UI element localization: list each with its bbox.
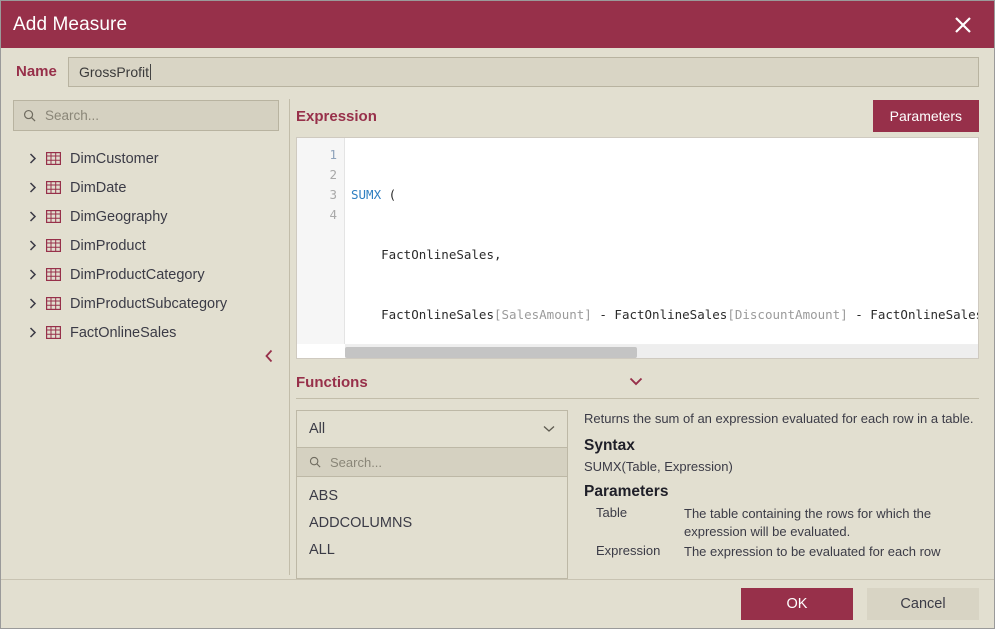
expression-header: Expression Parameters: [296, 95, 979, 137]
doc-syntax-text: SUMX(Table, Expression): [584, 459, 733, 474]
functions-collapse-button[interactable]: [629, 375, 643, 387]
tree-item-dimproductsubcategory[interactable]: DimProductSubcategory: [13, 289, 279, 318]
scrollbar-thumb[interactable]: [345, 347, 637, 358]
doc-parameter-name: Expression: [596, 543, 661, 558]
chevron-right-icon[interactable]: [29, 269, 38, 280]
tree-item-dimproductcategory[interactable]: DimProductCategory: [13, 260, 279, 289]
name-row: Name GrossProfit: [1, 48, 994, 95]
tree-item-factonlinesales[interactable]: FactOnlineSales: [13, 318, 279, 347]
tree-item-dimdate[interactable]: DimDate: [13, 173, 279, 202]
table-icon: [46, 239, 62, 252]
line-number: 3: [329, 187, 337, 202]
doc-parameters-heading: Parameters: [584, 483, 669, 500]
chevron-right-icon[interactable]: [29, 182, 38, 193]
functions-list-panel: All Search... ABS ADDCOLUMNS ALL: [296, 410, 568, 579]
table-icon: [46, 181, 62, 194]
dax-code-area[interactable]: SUMX ( FactOnlineSales, FactOnlineSales[…: [345, 138, 978, 344]
editor-horizontal-scrollbar[interactable]: [345, 344, 978, 358]
table-icon: [46, 326, 62, 339]
tree-item-label: FactOnlineSales: [70, 324, 177, 341]
function-search-input[interactable]: Search...: [296, 448, 568, 477]
search-icon: [309, 456, 321, 468]
dialog-footer: OK Cancel: [1, 579, 994, 628]
tree-item-label: DimProductCategory: [70, 266, 205, 283]
expression-title: Expression: [296, 107, 377, 125]
function-list[interactable]: ABS ADDCOLUMNS ALL: [296, 477, 568, 579]
chevron-down-icon: [543, 426, 555, 432]
tree-item-dimproduct[interactable]: DimProduct: [13, 231, 279, 260]
function-documentation: Returns the sum of an expression evaluat…: [584, 410, 979, 579]
measure-name-value: GrossProfit: [79, 63, 150, 80]
parameters-button[interactable]: Parameters: [872, 100, 979, 132]
table-icon: [46, 152, 62, 165]
measure-name-input[interactable]: GrossProfit: [68, 56, 979, 87]
model-tree-list: DimCustomer DimDate DimGeography DimProd…: [13, 144, 279, 347]
doc-parameter-name: Table: [596, 505, 628, 520]
function-list-item[interactable]: ALL: [297, 537, 567, 564]
code-line-1: SUMX (: [351, 187, 397, 202]
code-function-token: SUMX: [351, 187, 382, 202]
tree-item-dimgeography[interactable]: DimGeography: [13, 202, 279, 231]
doc-parameter-row: Expression The expression to be evaluate…: [584, 543, 977, 561]
close-icon[interactable]: [946, 8, 980, 42]
expression-panel: Expression Parameters 1 2 3 4 SUMX ( Fac…: [290, 95, 994, 579]
tree-search-input[interactable]: Search...: [13, 100, 279, 131]
chevron-right-icon[interactable]: [29, 298, 38, 309]
chevron-right-icon[interactable]: [29, 211, 38, 222]
tree-item-label: DimGeography: [70, 208, 168, 225]
tree-item-label: DimCustomer: [70, 150, 159, 167]
line-number: 4: [329, 207, 337, 222]
dialog-title: Add Measure: [13, 13, 128, 35]
function-category-select[interactable]: All: [296, 410, 568, 448]
expression-editor[interactable]: 1 2 3 4 SUMX ( FactOnlineSales, FactOnli…: [296, 137, 979, 359]
chevron-left-icon: [265, 349, 273, 363]
line-number-gutter: 1 2 3 4: [297, 138, 345, 344]
dialog-body: Search... DimCustomer DimDate DimGeograp…: [1, 95, 994, 579]
dialog-titlebar: Add Measure: [1, 1, 994, 48]
functions-title: Functions: [296, 374, 368, 391]
collapse-panel-button[interactable]: [261, 348, 277, 364]
table-icon: [46, 268, 62, 281]
function-list-item[interactable]: ABS: [297, 483, 567, 510]
search-icon: [23, 109, 36, 122]
text-caret: [150, 63, 152, 80]
chevron-right-icon[interactable]: [29, 327, 38, 338]
function-category-value: All: [309, 421, 326, 437]
add-measure-dialog: Add Measure Name GrossProfit Search... D…: [0, 0, 995, 629]
table-icon: [46, 210, 62, 223]
line-number: 1: [329, 147, 337, 162]
doc-parameter-description: The expression to be evaluated for each …: [684, 544, 941, 559]
doc-parameter-row: Table The table containing the rows for …: [584, 505, 977, 541]
chevron-down-icon: [629, 377, 643, 385]
tree-item-label: DimProduct: [70, 237, 146, 254]
tree-item-label: DimDate: [70, 179, 127, 196]
chevron-right-icon[interactable]: [29, 240, 38, 251]
line-number: 2: [329, 167, 337, 182]
tree-item-label: DimProductSubcategory: [70, 295, 228, 312]
code-line-2: FactOnlineSales,: [351, 247, 502, 262]
editor-body: 1 2 3 4 SUMX ( FactOnlineSales, FactOnli…: [297, 138, 978, 344]
function-search-placeholder: Search...: [330, 454, 383, 470]
table-icon: [46, 297, 62, 310]
tree-search-placeholder: Search...: [45, 108, 100, 123]
functions-header: Functions: [296, 367, 979, 399]
function-list-item[interactable]: ADDCOLUMNS: [297, 510, 567, 537]
functions-body: All Search... ABS ADDCOLUMNS ALL Returns…: [296, 399, 979, 579]
tree-item-dimcustomer[interactable]: DimCustomer: [13, 144, 279, 173]
ok-button[interactable]: OK: [741, 588, 853, 620]
code-line-3: FactOnlineSales[SalesAmount] - FactOnlin…: [351, 307, 978, 322]
name-label: Name: [16, 63, 57, 80]
cancel-button[interactable]: Cancel: [867, 588, 979, 620]
model-tree-panel: Search... DimCustomer DimDate DimGeograp…: [1, 95, 289, 579]
doc-description: Returns the sum of an expression evaluat…: [584, 411, 974, 426]
doc-parameter-description: The table containing the rows for which …: [684, 506, 932, 539]
doc-syntax-heading: Syntax: [584, 437, 635, 454]
chevron-right-icon[interactable]: [29, 153, 38, 164]
